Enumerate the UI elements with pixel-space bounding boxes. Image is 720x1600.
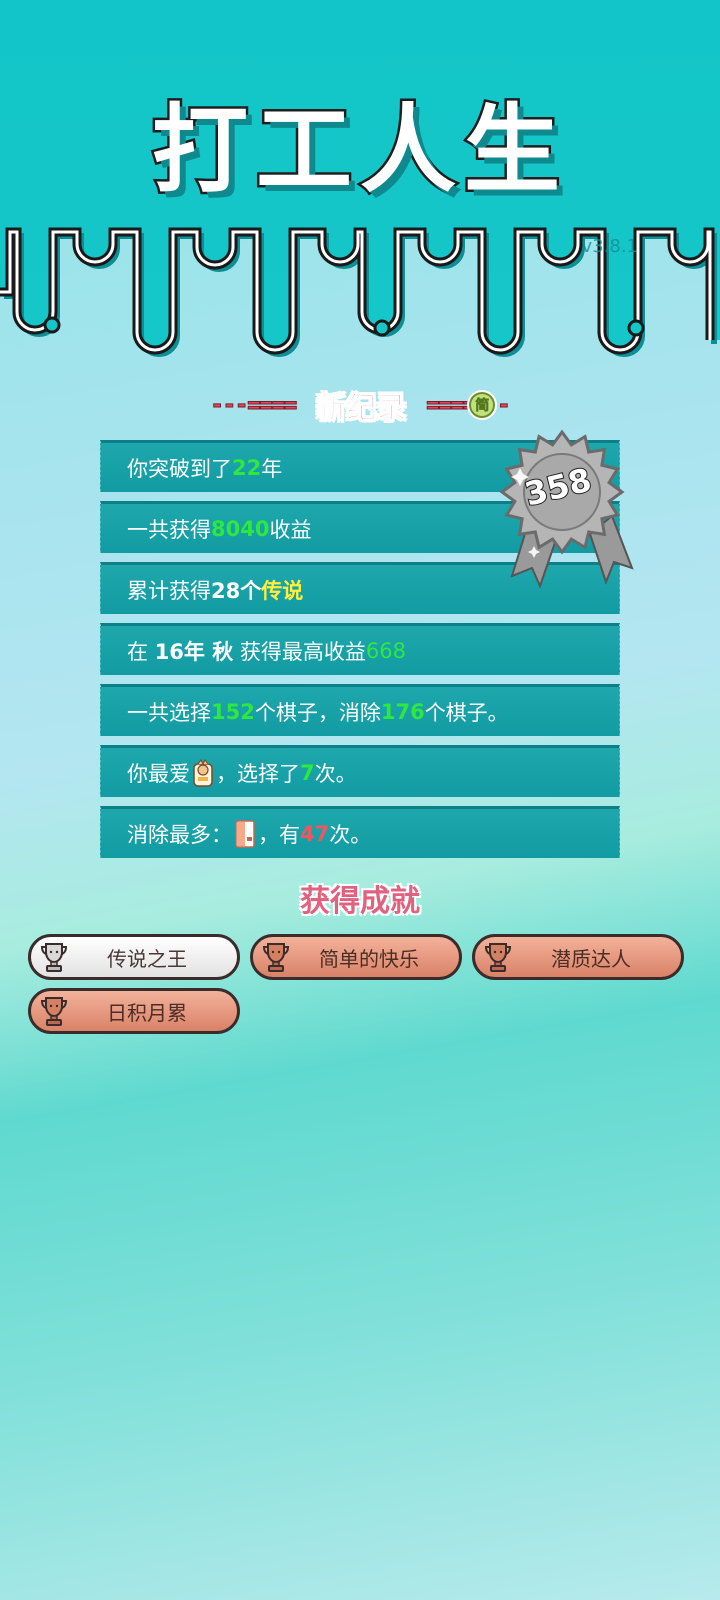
stat-legend-label: 传说 — [261, 578, 304, 603]
achievement-label: 日积月累 — [107, 1000, 187, 1025]
new-record-banner: ---==== 新纪录 ==== 简 - — [160, 380, 560, 430]
banner-dash-end: - — [497, 392, 511, 418]
achievement-badge[interactable]: 日积月累 — [28, 988, 240, 1034]
stat-row-most-cleared: 消除最多： ，有 47 次。 — [100, 806, 620, 858]
stat-text: 个棋子，消除 — [254, 700, 381, 725]
stat-text: ，有 — [258, 822, 300, 847]
stat-value: 22 — [232, 455, 262, 480]
stat-value: 7 — [300, 760, 315, 785]
stat-text: 年 — [261, 456, 283, 481]
stat-text: 消除最多： — [127, 822, 232, 847]
achievement-badge[interactable]: 传说之王 — [28, 934, 240, 980]
achievement-label: 潜质达人 — [551, 946, 631, 971]
game-title: 打工人生 — [150, 92, 568, 209]
stat-text: 一共选择 — [127, 700, 211, 725]
stat-text: 你突破到了 — [127, 456, 232, 481]
new-record-title: 新纪录 — [316, 391, 407, 427]
stat-text: 你最爱 — [127, 761, 190, 786]
stat-row-pieces: 一共选择 152 个棋子，消除 176 个棋子。 — [100, 684, 620, 736]
stat-row-best-income: 在 16年 秋 获得最高收益 668 — [100, 623, 620, 675]
trophy-icon — [35, 938, 73, 976]
stat-text: 获得最高收益 — [233, 639, 366, 664]
stat-text: 次。 — [314, 761, 357, 786]
stat-text: 收益 — [269, 517, 312, 542]
achievements-title: 获得成就 — [300, 884, 420, 919]
stat-value: 47 — [300, 821, 330, 846]
wave-dot — [373, 319, 391, 337]
score-medal: 358 — [494, 428, 644, 598]
stat-value-selected: 152 — [211, 699, 255, 724]
stat-text: 个棋子。 — [424, 700, 509, 725]
banner-dash-left: ---==== — [210, 392, 298, 418]
trophy-icon — [479, 938, 517, 976]
stat-season: 16年 秋 — [154, 639, 234, 664]
achievement-badge[interactable]: 简单的快乐 — [250, 934, 462, 980]
achievement-badge[interactable]: 潜质达人 — [472, 934, 684, 980]
stat-text: 在 — [127, 639, 155, 664]
favorite-piece-icon — [193, 758, 213, 787]
wave-dot — [627, 319, 645, 337]
achievement-label: 简单的快乐 — [319, 946, 419, 971]
cleared-piece-icon — [235, 819, 255, 848]
stat-value: 668 — [365, 638, 407, 663]
trophy-icon — [35, 992, 73, 1030]
stat-text: 次。 — [329, 822, 372, 847]
trophy-icon — [257, 938, 295, 976]
stat-value: 8040 — [211, 516, 270, 541]
wave-dot — [43, 316, 61, 334]
mode-badge-icon: 简 — [467, 390, 498, 420]
stat-text: 累计获得 — [127, 578, 211, 603]
stat-value: 28个 — [211, 578, 262, 603]
achievement-label: 传说之王 — [107, 946, 187, 971]
version-label: v3.8.1 — [581, 236, 638, 257]
stat-row-favorite: 你最爱 ，选择了 7 次。 — [100, 745, 620, 797]
stat-text: ，选择了 — [216, 761, 300, 786]
stat-value-cleared: 176 — [380, 699, 425, 724]
stat-text: 一共获得 — [127, 517, 211, 542]
